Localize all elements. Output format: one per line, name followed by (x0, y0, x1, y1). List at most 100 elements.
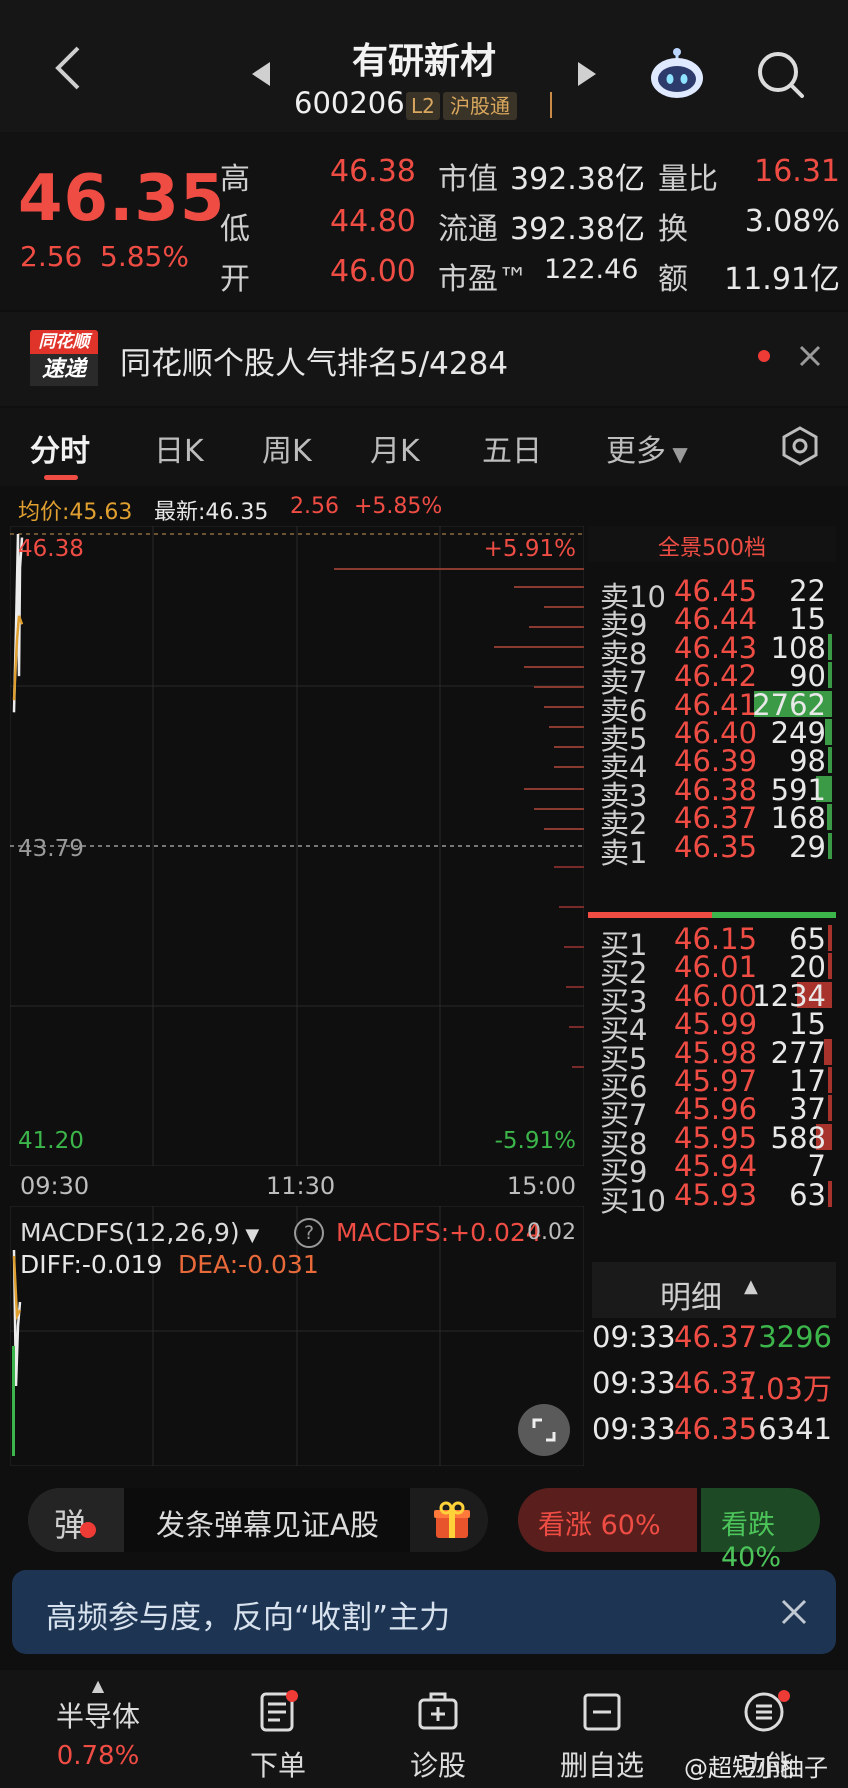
trade-volume: 6341 (758, 1412, 832, 1446)
volume-bar (828, 1095, 832, 1122)
trade-row[interactable]: 09:33 46.37 1.03万 (592, 1366, 836, 1406)
depth-bar (534, 808, 584, 810)
news-logo-top: 同花顺 (30, 330, 98, 354)
next-stock-button[interactable] (576, 60, 598, 92)
depth-bar (544, 606, 584, 608)
tab-five-day[interactable]: 五日 (482, 426, 542, 470)
gift-icon[interactable] (432, 1500, 472, 1544)
vote-down-button[interactable]: 看跌 40% (701, 1488, 820, 1573)
volume-ratio-label: 量比 (658, 162, 718, 197)
nav-order-label: 下单 (249, 1749, 306, 1782)
order-level-row[interactable]: 买1 46.15 65 (588, 922, 836, 962)
y-mid-label: 43.79 (18, 836, 84, 862)
tab-intraday[interactable]: 分时 (30, 426, 90, 470)
order-level-row[interactable]: 卖4 46.39 98 (588, 744, 836, 784)
active-tab-indicator (44, 475, 78, 480)
order-level-row[interactable]: 卖2 46.37 168 (588, 801, 836, 841)
x-tick-label: 09:30 (20, 1172, 90, 1200)
turnover-label: 换 (658, 212, 688, 247)
macd-indicator-name: MACDFS(12,26,9) (20, 1218, 240, 1247)
volume-bar (828, 662, 832, 689)
tab-monthly-k[interactable]: 月K (370, 426, 420, 470)
nav-sector[interactable]: ▲ 半导体 0.78% (28, 1676, 168, 1771)
trade-row[interactable]: 09:33 46.35 6341 (592, 1412, 836, 1452)
vote-up-button[interactable]: 看涨 60% (518, 1488, 697, 1552)
intraday-chart[interactable]: 46.38 43.79 41.20 +5.91% -5.91% (9, 525, 585, 1167)
order-level-row[interactable]: 买2 46.01 20 (588, 950, 836, 990)
assistant-robot-button[interactable] (648, 46, 706, 104)
order-form-icon (260, 1690, 298, 1732)
intraday-chart-svg: 46.38 43.79 41.20 +5.91% -5.91% (9, 525, 585, 1167)
order-level-row[interactable]: 买4 45.99 15 (588, 1007, 836, 1047)
nav-remove-label: 删自选 (559, 1749, 644, 1782)
depth-bar (572, 1066, 584, 1068)
nav-diagnose[interactable]: 诊股 (368, 1690, 508, 1784)
latest-price-label: 最新:46.35 (154, 500, 269, 525)
caret-down-icon: ▼ (666, 442, 688, 466)
order-level-row[interactable]: 买6 45.97 17 (588, 1064, 836, 1104)
promo-banner[interactable]: 高频参与度，反向“收割”主力 (12, 1570, 836, 1654)
trade-volume: 3296 (758, 1320, 832, 1354)
stock-name: 有研新材 (351, 41, 496, 82)
macd-indicator-select[interactable]: MACDFS(12,26,9) ▼ (20, 1218, 259, 1247)
time-axis: 09:30 11:30 15:00 (10, 1166, 584, 1206)
order-level-row[interactable]: 买8 45.95 588 (588, 1121, 836, 1161)
amount-value: 11.91亿 (724, 262, 840, 297)
volume-bar (828, 1067, 832, 1093)
sentiment-vote: 看涨 60% 看跌 40% (518, 1488, 820, 1573)
y-bottom-label: 41.20 (18, 1128, 84, 1154)
order-level-row[interactable]: 买3 46.00 1234 (588, 979, 836, 1019)
order-book-title[interactable]: 全景500档 (588, 530, 836, 562)
robot-icon (651, 48, 703, 98)
order-level-row[interactable]: 卖6 46.41 2762 (588, 688, 836, 728)
dea-value: DEA:-0.031 (178, 1250, 319, 1279)
fullscreen-button[interactable] (518, 1404, 570, 1456)
sell-ratio-fill (588, 912, 712, 918)
danmu-input[interactable]: 发条弹幕见证A股 (156, 1502, 379, 1544)
pe-value: 122.46 (544, 254, 639, 285)
pct-bottom-label: -5.91% (495, 1128, 576, 1154)
last-price: 46.35 (18, 162, 226, 236)
macd-histogram-bar (12, 1346, 15, 1456)
order-level-row[interactable]: 卖9 46.44 15 (588, 602, 836, 642)
tab-more[interactable]: 更多 ▼ (606, 426, 688, 470)
l2-tag[interactable]: L2 (406, 92, 440, 120)
help-icon[interactable]: ? (294, 1218, 324, 1248)
nav-order[interactable]: 下单 (208, 1690, 348, 1784)
diff-value: DIFF:-0.019 (20, 1250, 163, 1279)
news-logo: 同花顺 速递 (30, 330, 98, 388)
macd-panel[interactable]: MACDFS(12,26,9) ▼ ? MACDFS:+0.024 0.02 D… (9, 1205, 585, 1467)
order-level-row[interactable]: 买7 45.96 37 (588, 1092, 836, 1132)
tab-weekly-k[interactable]: 周K (262, 426, 312, 470)
order-level-row[interactable]: 买10 45.93 63 (588, 1177, 836, 1218)
avg-price-label: 均价:45.63 (18, 500, 133, 525)
nav-remove-watchlist[interactable]: 删自选 (532, 1690, 672, 1784)
promo-close-button[interactable] (780, 1598, 808, 1630)
news-text[interactable]: 同花顺个股人气排名5/4284 (120, 338, 508, 383)
order-level-row[interactable]: 卖10 46.45 22 (588, 574, 836, 614)
info-change: 2.56 (290, 494, 339, 519)
tab-daily-k[interactable]: 日K (154, 426, 204, 470)
open-value: 46.00 (330, 254, 416, 289)
connect-tag[interactable]: 沪股通 (443, 92, 517, 120)
search-button[interactable] (756, 50, 806, 104)
order-level-row[interactable]: 买9 45.94 7 (588, 1149, 836, 1189)
order-level-row[interactable]: 卖3 46.38 591 (588, 773, 836, 813)
depth-bar (554, 866, 584, 868)
detail-header[interactable]: 明细 ▲ (592, 1262, 836, 1318)
order-level-row[interactable]: 卖1 46.35 29 (588, 830, 836, 870)
danmu-bar[interactable]: 弹 发条弹幕见证A股 (28, 1488, 488, 1552)
level-volume: 63 (789, 1177, 826, 1212)
expand-icon (532, 1418, 556, 1442)
check-badge-icon (80, 1522, 96, 1538)
nav-diagnose-label: 诊股 (409, 1749, 466, 1782)
news-close-button[interactable] (798, 344, 822, 372)
chart-settings-button[interactable] (780, 426, 820, 470)
trade-price: 46.37 (674, 1320, 758, 1354)
order-level-row[interactable]: 卖8 46.43 108 (588, 631, 836, 671)
order-level-row[interactable]: 卖7 46.42 90 (588, 659, 836, 699)
order-level-row[interactable]: 卖5 46.40 249 (588, 716, 836, 756)
order-level-row[interactable]: 买5 45.98 277 (588, 1036, 836, 1076)
level-label: 卖1 (600, 835, 648, 870)
trade-row[interactable]: 09:33 46.37 3296 (592, 1320, 836, 1360)
